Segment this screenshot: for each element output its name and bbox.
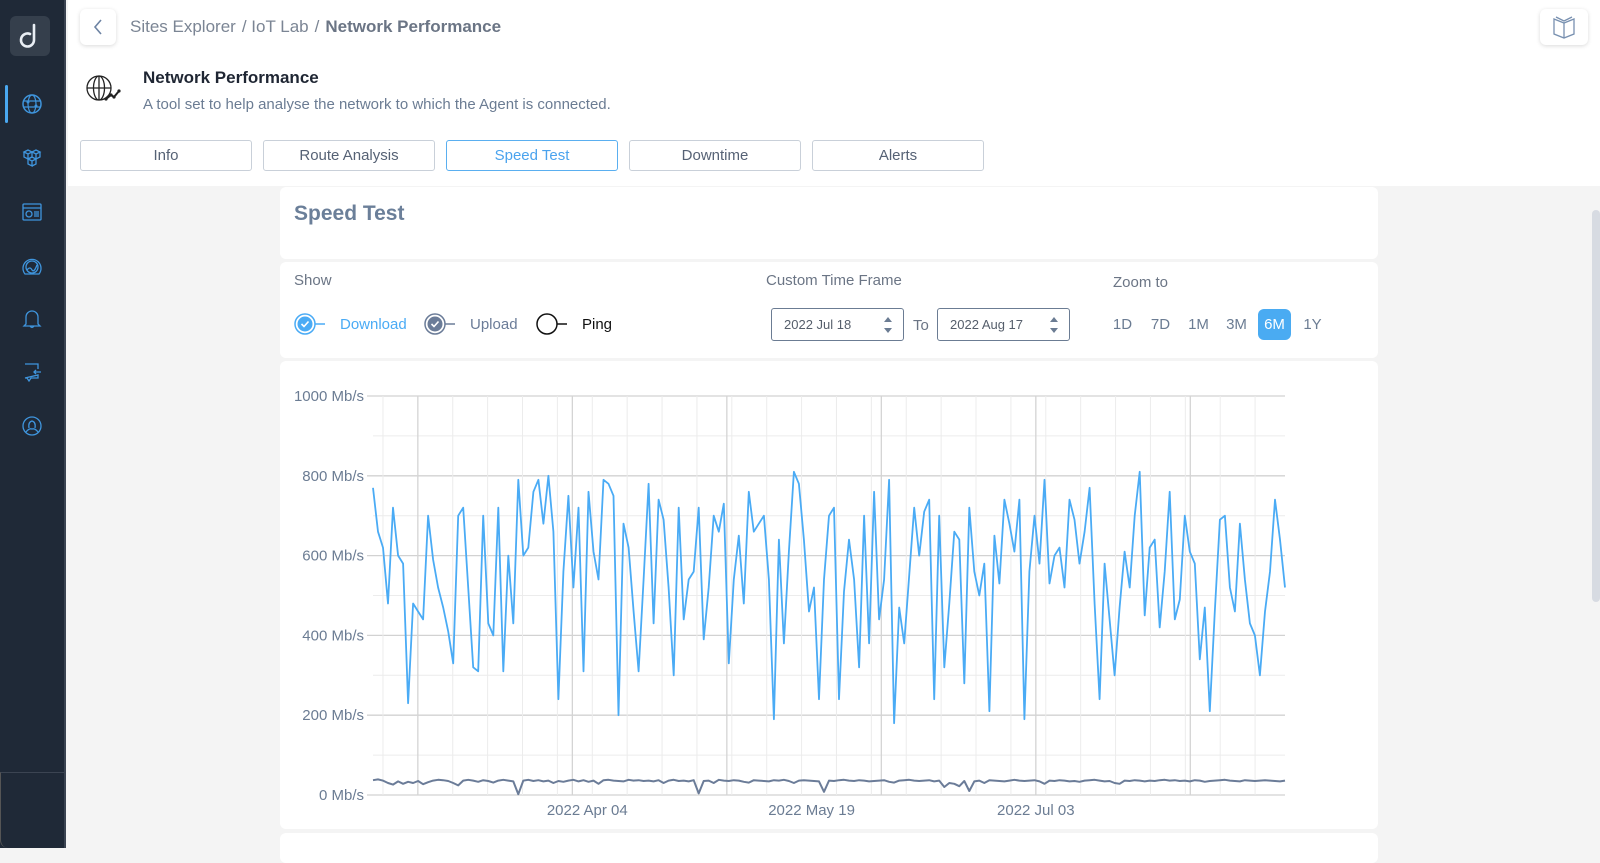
tab-alerts[interactable]: Alerts	[812, 140, 984, 171]
x-tick-label: 2022 May 19	[768, 802, 855, 819]
sidebar-item-integrations[interactable]	[0, 352, 64, 392]
zoom-1d-button[interactable]: 1D	[1106, 309, 1139, 340]
y-tick-label: 0 Mb/s	[319, 787, 364, 804]
to-date-input[interactable]: 2022 Aug 17	[937, 308, 1070, 341]
zoom-6m-button[interactable]: 6M	[1258, 309, 1291, 340]
show-label: Show	[294, 272, 332, 289]
toggle-upload[interactable]: Upload	[424, 313, 518, 335]
zoom-3m-button[interactable]: 3M	[1220, 309, 1253, 340]
time-frame-label: Custom Time Frame	[766, 272, 902, 289]
tab-info[interactable]: Info	[80, 140, 252, 171]
y-tick-label: 800 Mb/s	[302, 468, 364, 485]
sidebar-item-network[interactable]	[0, 84, 64, 124]
documentation-button[interactable]	[1540, 9, 1588, 45]
tab-downtime[interactable]: Downtime	[629, 140, 801, 171]
page-scrollbar[interactable]	[1592, 210, 1600, 602]
cubes-icon	[22, 149, 42, 168]
toggle-ping-label: Ping	[582, 315, 613, 333]
sidebar-footer	[0, 772, 64, 848]
zoom-1m-button[interactable]: 1M	[1182, 309, 1215, 340]
spinner-arrows-icon	[1050, 317, 1058, 333]
zoom-to-label: Zoom to	[1113, 274, 1169, 291]
speed-gauge-icon	[22, 258, 42, 275]
toggle-ping[interactable]: Ping	[536, 313, 612, 335]
speed-test-header-card: Speed Test	[280, 187, 1378, 259]
d-logo-icon	[19, 23, 36, 48]
open-book-icon	[1553, 16, 1575, 39]
dashboard-window-icon	[22, 203, 42, 221]
speed-chart: 0 Mb/s 200 Mb/s 400 Mb/s 600 Mb/s 800 Mb/s 10…	[294, 388, 1286, 819]
toggle-download-label: Download	[340, 315, 407, 333]
x-axis: 2022 Apr 04 2022 May 19 2022 Jul 03	[547, 802, 1075, 819]
sidebar-item-account[interactable]	[0, 406, 64, 446]
to-date-value: 2022 Aug 17	[950, 317, 1024, 332]
toggle-upload-label: Upload	[470, 315, 518, 333]
checked-radio-icon	[294, 313, 325, 335]
chart-card: 0 Mb/s 200 Mb/s 400 Mb/s 600 Mb/s 800 Mb/s 10…	[280, 361, 1378, 829]
x-tick-label: 2022 Jul 03	[997, 802, 1075, 819]
next-card	[280, 833, 1378, 863]
date-spinner[interactable]	[883, 315, 893, 335]
date-spinner[interactable]	[1049, 315, 1059, 335]
network-tool-icon	[84, 73, 124, 110]
chart-grid	[367, 395, 1285, 796]
to-label: To	[913, 317, 929, 334]
main-area: Sites Explorer / IoT Lab / Network Perfo…	[68, 0, 1600, 863]
header: Sites Explorer / IoT Lab / Network Perfo…	[68, 0, 1600, 186]
unchecked-radio-icon	[536, 313, 567, 335]
sidebar-item-devices[interactable]	[0, 138, 64, 178]
y-tick-label: 400 Mb/s	[302, 627, 364, 644]
tab-speed-test[interactable]: Speed Test	[446, 140, 618, 171]
series-line-download	[372, 470, 1286, 725]
y-axis: 0 Mb/s 200 Mb/s 400 Mb/s 600 Mb/s 800 Mb/s 10…	[294, 388, 364, 804]
breadcrumb-separator: /	[314, 17, 320, 36]
toggle-download[interactable]: Download	[294, 313, 407, 335]
chevron-left-icon	[93, 19, 102, 35]
sidebar-item-performance[interactable]	[0, 247, 64, 287]
sidebar	[0, 0, 66, 848]
breadcrumb-sites-explorer[interactable]: Sites Explorer	[130, 17, 236, 37]
sidebar-item-alerts[interactable]	[0, 298, 64, 338]
section-title: Speed Test	[294, 202, 405, 225]
spinner-arrows-icon	[884, 317, 892, 333]
tab-route-analysis[interactable]: Route Analysis	[263, 140, 435, 171]
sidebar-item-dashboard[interactable]	[0, 192, 64, 232]
zoom-1y-button[interactable]: 1Y	[1296, 309, 1329, 340]
from-date-value: 2022 Jul 18	[784, 317, 852, 332]
breadcrumb-iot-lab[interactable]: / IoT Lab	[242, 17, 309, 37]
checked-radio-icon	[424, 313, 455, 335]
breadcrumb: Sites Explorer / IoT Lab / Network Perfo…	[130, 17, 501, 37]
user-circle-icon	[22, 416, 42, 436]
app-logo[interactable]	[10, 16, 50, 56]
zoom-7d-button[interactable]: 7D	[1144, 309, 1177, 340]
back-button[interactable]	[80, 9, 116, 45]
breadcrumb-current: Network Performance	[325, 17, 502, 36]
bell-icon	[22, 310, 42, 329]
from-date-input[interactable]: 2022 Jul 18	[771, 308, 904, 341]
y-tick-label: 200 Mb/s	[302, 707, 364, 724]
controls-card: Show Download Upload Ping Custom Time Fr…	[280, 262, 1378, 358]
device-plug-icon	[24, 363, 41, 383]
tool-title: Network Performance	[143, 68, 319, 87]
tab-bar: Info Route Analysis Speed Test Downtime …	[80, 140, 984, 171]
series-line-upload	[372, 778, 1286, 796]
globe-network-icon	[22, 94, 42, 114]
y-tick-label: 600 Mb/s	[302, 548, 364, 565]
tool-description: A tool set to help analyse the network t…	[143, 96, 611, 113]
x-tick-label: 2022 Apr 04	[547, 802, 628, 819]
y-tick-label: 1000 Mb/s	[294, 388, 364, 405]
chart-series	[372, 470, 1286, 796]
